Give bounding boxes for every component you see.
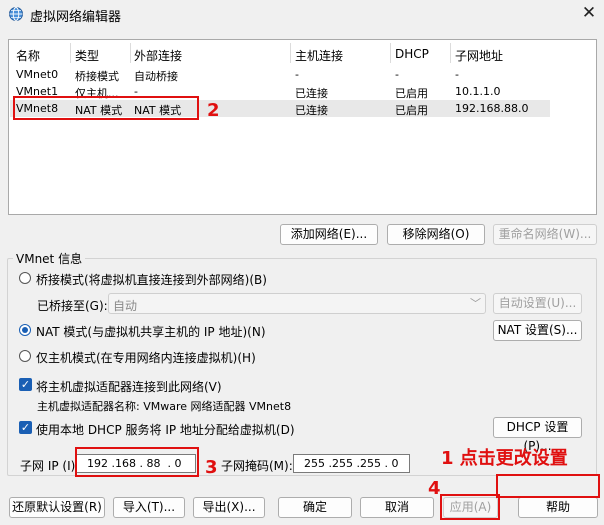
table-cell: 已连接 — [295, 87, 328, 100]
table-cell: 192.168.88.0 — [455, 102, 529, 115]
connect-adapter-checkbox[interactable]: ✓ — [19, 378, 32, 391]
rename-network-button[interactable]: 重命名网络(W)... — [493, 224, 597, 245]
bridge-mode-radio[interactable] — [19, 272, 31, 284]
connect-adapter-label[interactable]: 将主机虚拟适配器连接到此网络(V) — [36, 378, 222, 395]
column-header-dhcp[interactable]: DHCP — [395, 47, 429, 61]
nat-settings-button[interactable]: NAT 设置(S)... — [493, 320, 582, 341]
remove-network-button[interactable]: 移除网络(O) — [387, 224, 485, 245]
column-divider — [290, 43, 291, 63]
annotation-number-3: 3 — [205, 457, 218, 478]
table-cell: - — [295, 68, 299, 81]
chevron-down-icon: ﹀ — [470, 297, 481, 310]
table-cell: 已启用 — [395, 87, 428, 100]
column-divider — [130, 43, 131, 63]
annotation-number-2: 2 — [207, 100, 220, 121]
export-button[interactable]: 导出(X)... — [193, 497, 265, 518]
subnet-mask-input[interactable]: 255 .255 .255 . 0 — [293, 454, 410, 473]
column-header-external[interactable]: 外部连接 — [134, 47, 182, 64]
subnet-mask-value: 255 .255 .255 . 0 — [304, 457, 399, 470]
host-only-label[interactable]: 仅主机模式(在专用网络内连接虚拟机)(H) — [36, 349, 256, 366]
subnet-mask-label: 子网掩码(M): — [221, 459, 293, 473]
column-divider — [390, 43, 391, 63]
annotation-box-change-settings — [496, 474, 600, 498]
restore-defaults-button[interactable]: 还原默认设置(R) — [9, 497, 105, 518]
close-icon[interactable]: ✕ — [578, 2, 600, 24]
help-button[interactable]: 帮助 — [518, 497, 598, 518]
use-dhcp-checkbox[interactable]: ✓ — [19, 421, 32, 434]
table-cell: 10.1.1.0 — [455, 85, 501, 98]
adapter-name-text: 主机虚拟适配器名称: VMware 网络适配器 VMnet8 — [37, 400, 292, 413]
annotation-step-1-text: 1 点击更改设置 — [441, 448, 568, 469]
bridge-mode-label[interactable]: 桥接模式(将虚拟机直接连接到外部网络)(B) — [36, 271, 267, 288]
auto-settings-button[interactable]: 自动设置(U)... — [493, 293, 582, 314]
annotation-box-subnet-ip — [75, 447, 199, 477]
table-cell: 自动桥接 — [134, 70, 178, 83]
host-only-radio[interactable] — [19, 350, 31, 362]
add-network-button[interactable]: 添加网络(E)... — [280, 224, 378, 245]
table-cell: 已连接 — [295, 104, 328, 117]
annotation-box-vmnet8 — [13, 96, 199, 120]
column-header-host[interactable]: 主机连接 — [295, 47, 343, 64]
column-header-type[interactable]: 类型 — [75, 47, 99, 64]
bridged-to-select[interactable]: 自动 ﹀ — [108, 293, 486, 314]
annotation-box-apply — [440, 494, 500, 520]
nat-mode-radio[interactable] — [19, 324, 31, 336]
column-header-name[interactable]: 名称 — [16, 47, 40, 64]
dhcp-settings-button[interactable]: DHCP 设置(P)... — [493, 417, 582, 453]
use-dhcp-label[interactable]: 使用本地 DHCP 服务将 IP 地址分配给虚拟机(D) — [36, 421, 295, 438]
bridged-to-value: 自动 — [113, 299, 138, 313]
ok-button[interactable]: 确定 — [278, 497, 352, 518]
column-header-subnet[interactable]: 子网地址 — [455, 47, 503, 64]
bridged-to-label: 已桥接至(G): — [37, 299, 108, 313]
import-button[interactable]: 导入(T)... — [113, 497, 185, 518]
table-cell: - — [455, 68, 459, 81]
globe-network-icon — [8, 6, 24, 22]
table-cell: 已启用 — [395, 104, 428, 117]
column-divider — [450, 43, 451, 63]
network-list[interactable]: 名称 类型 外部连接 主机连接 DHCP 子网地址 VMnet0 桥接模式 自动… — [8, 39, 597, 215]
table-cell: 桥接模式 — [75, 70, 119, 83]
annotation-number-4: 4 — [428, 478, 441, 499]
subnet-ip-label: 子网 IP (I): — [20, 459, 80, 473]
vmnet-info-title: VMnet 信息 — [13, 250, 86, 267]
nat-mode-label[interactable]: NAT 模式(与虚拟机共享主机的 IP 地址)(N) — [36, 323, 266, 340]
table-cell: - — [395, 68, 399, 81]
column-divider — [70, 43, 71, 63]
cancel-button[interactable]: 取消 — [360, 497, 434, 518]
window-title: 虚拟网络编辑器 — [30, 10, 122, 25]
table-cell: VMnet0 — [16, 68, 59, 81]
